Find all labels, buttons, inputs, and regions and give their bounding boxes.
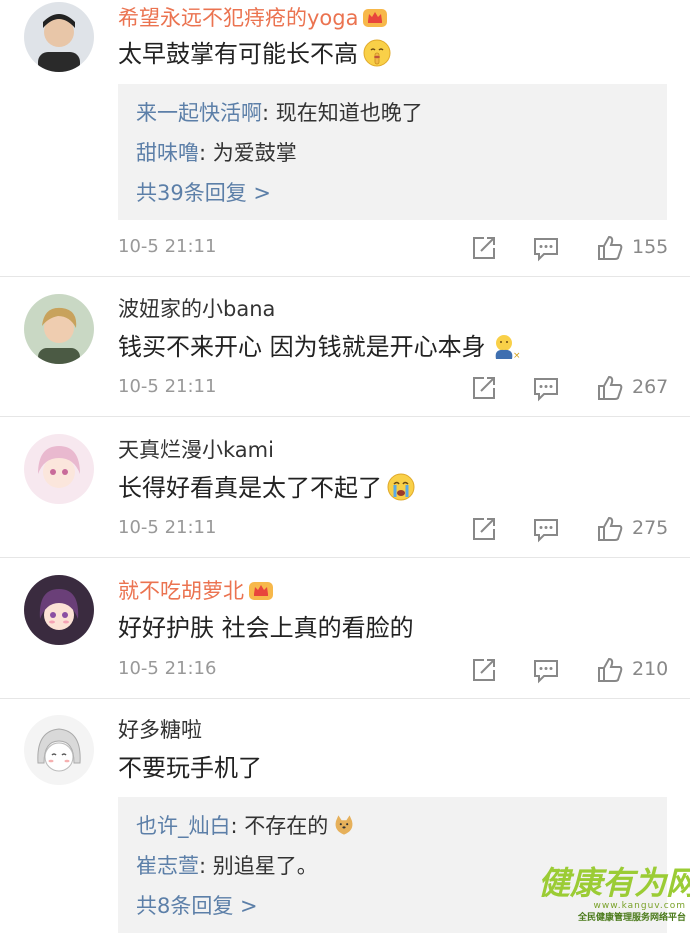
username[interactable]: 天真烂漫小kami [118, 436, 274, 464]
watermark-subtitle: 全民健康管理服务网络平台 [577, 913, 686, 923]
comment-text: 太早鼓掌有可能长不高 [118, 38, 392, 70]
avatar[interactable] [24, 715, 94, 785]
reply-item[interactable]: 也许_灿白: 不存在的 [136, 811, 667, 851]
reply-item[interactable]: 来一起快活啊: 现在知道也晚了 [136, 98, 667, 138]
shush-emoji-icon [362, 38, 392, 68]
comment-icon[interactable] [532, 234, 560, 262]
timestamp: 10-5 21:16 [118, 658, 217, 679]
timestamp: 10-5 21:11 [118, 236, 217, 257]
comment-text: 钱买不来开心 因为钱就是开心本身 × [118, 331, 520, 361]
avatar[interactable] [24, 2, 94, 72]
reply-username[interactable]: 也许_灿白 [136, 814, 231, 838]
username[interactable]: 波妞家的小bana [118, 295, 275, 323]
share-icon[interactable] [470, 515, 498, 543]
vip-crown-icon [248, 579, 274, 601]
comment-meta: 10-5 21:11 155 [118, 234, 690, 266]
like-count: 210 [632, 658, 669, 680]
crying-emoji-icon [386, 472, 416, 502]
reply-username[interactable]: 甜味噜 [136, 141, 199, 165]
like-count: 275 [632, 517, 669, 539]
username[interactable]: 就不吃胡萝北 [118, 577, 274, 605]
share-icon[interactable] [470, 374, 498, 402]
divider [0, 557, 690, 558]
doge-emoji-icon [332, 813, 356, 837]
like-icon[interactable] [596, 234, 624, 262]
like-icon[interactable] [596, 374, 624, 402]
comment-text: 好好护肤 社会上真的看脸的 [118, 614, 414, 642]
reply-item[interactable]: 甜味噜: 为爱鼓掌 [136, 138, 667, 178]
avatar[interactable] [24, 575, 94, 645]
reply-box[interactable]: 来一起快活啊: 现在知道也晚了 甜味噜: 为爱鼓掌 共39条回复 > [118, 84, 667, 220]
like-icon[interactable] [596, 515, 624, 543]
comment-icon[interactable] [532, 374, 560, 402]
divider [0, 698, 690, 699]
comment-text: 长得好看真是太了不起了 [118, 472, 416, 504]
like-count: 155 [632, 236, 669, 258]
share-icon[interactable] [470, 234, 498, 262]
money-bag-emoji-icon: × [490, 331, 520, 361]
svg-text:×: × [513, 351, 520, 361]
timestamp: 10-5 21:11 [118, 376, 217, 397]
like-count: 267 [632, 376, 669, 398]
comment-icon[interactable] [532, 656, 560, 684]
comment-meta: 10-5 21:11 275 [118, 515, 690, 547]
comment-text: 不要玩手机了 [118, 754, 262, 782]
like-icon[interactable] [596, 656, 624, 684]
site-watermark: 健康有为网 www.kanguv.com 全民健康管理服务网络平台 [538, 864, 690, 930]
share-icon[interactable] [470, 656, 498, 684]
comment-meta: 10-5 21:16 210 [118, 656, 690, 688]
reply-username[interactable]: 崔志萱 [136, 854, 199, 878]
view-more-replies-link[interactable]: 共39条回复 > [136, 178, 667, 222]
avatar[interactable] [24, 294, 94, 364]
timestamp: 10-5 21:11 [118, 517, 217, 538]
divider [0, 416, 690, 417]
divider [0, 276, 690, 277]
comment-feed: 希望永远不犯痔疮的yoga 太早鼓掌有可能长不高 来一起快活啊: 现在知道也晚了… [0, 0, 690, 933]
username[interactable]: 好多糖啦 [118, 716, 202, 744]
watermark-title: 健康有为网 [538, 864, 690, 902]
comment-meta: 10-5 21:11 267 [118, 374, 690, 406]
comment-icon[interactable] [532, 515, 560, 543]
avatar[interactable] [24, 434, 94, 504]
username[interactable]: 希望永远不犯痔疮的yoga [118, 4, 388, 32]
reply-username[interactable]: 来一起快活啊 [136, 101, 262, 125]
vip-crown-icon [362, 6, 388, 28]
